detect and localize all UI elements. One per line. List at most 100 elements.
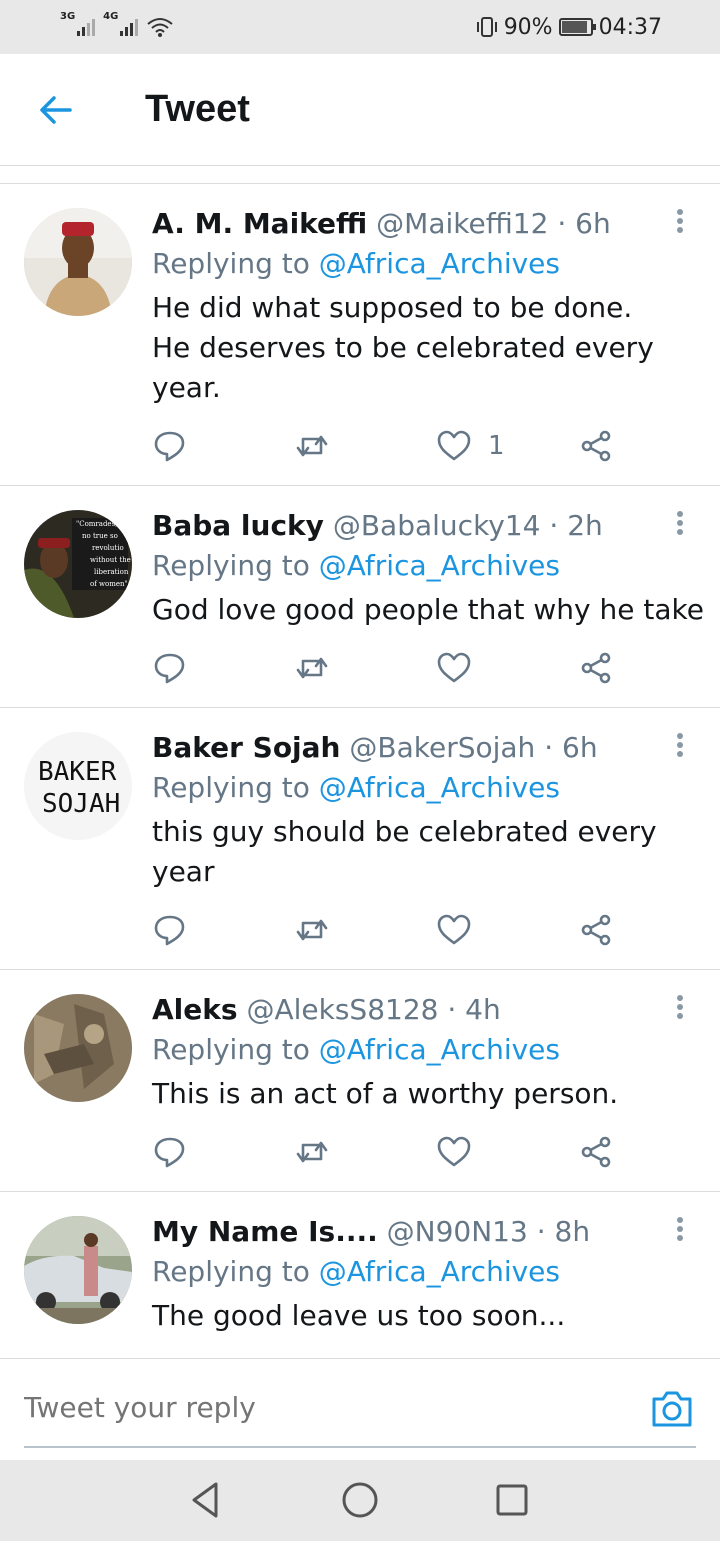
reply-composer	[0, 1358, 720, 1460]
signal-bars-icon	[77, 18, 96, 36]
relief-photo-avatar-icon	[24, 994, 132, 1102]
like-count: 1	[488, 431, 505, 461]
clock: 04:37	[598, 14, 662, 40]
reply-icon[interactable]	[152, 1134, 188, 1170]
reply-icon[interactable]	[152, 912, 188, 948]
replying-handle-link[interactable]: @Africa_Archives	[319, 247, 560, 280]
svg-text:no true so: no true so	[82, 532, 118, 540]
reply-icon[interactable]	[152, 428, 188, 464]
tweet-text: This is an act of a worthy person.	[152, 1077, 619, 1110]
display-name[interactable]: Aleks	[152, 993, 238, 1026]
user-handle[interactable]: @Babalucky14	[333, 509, 541, 542]
user-handle[interactable]: @N90N13	[387, 1215, 528, 1248]
signal-bars-icon	[120, 18, 139, 36]
replying-handle-link[interactable]: @Africa_Archives	[319, 1033, 560, 1066]
tweet-text: this guy should be celebrated every year	[152, 815, 657, 888]
like-heart-icon[interactable]	[436, 650, 472, 686]
replying-handle-link[interactable]: @Africa_Archives	[319, 771, 560, 804]
avatar[interactable]	[24, 994, 132, 1102]
user-handle[interactable]: @BakerSojah	[349, 731, 535, 764]
tweet-header: A. M. Maikeffi @Maikeffi12 · 6h	[152, 204, 720, 244]
more-options-icon[interactable]	[674, 1214, 686, 1244]
svg-text:liberation: liberation	[94, 568, 129, 576]
more-options-icon[interactable]	[674, 206, 686, 236]
avatar[interactable]: BAKER SOJAH	[24, 732, 132, 840]
quote-photo-avatar-icon: "Comrades, no true so revolutio without …	[24, 510, 132, 618]
more-options-icon[interactable]	[674, 508, 686, 538]
display-name[interactable]: My Name Is....	[152, 1215, 378, 1248]
tweet-header: Baba lucky @Babalucky14 · 2h	[152, 506, 720, 546]
timestamp: · 8h	[536, 1215, 591, 1248]
text-logo-avatar-icon: BAKER SOJAH	[24, 732, 132, 840]
replying-label: Replying to	[152, 1033, 310, 1066]
status-right: 90% 04:37	[476, 15, 662, 40]
svg-text:of women": of women"	[90, 580, 128, 588]
system-nav-bar	[0, 1460, 720, 1541]
network-indicators: 3G 4G	[60, 12, 174, 38]
replying-to: Replying to @Africa_Archives	[152, 1252, 720, 1292]
signal-strength-1: 3G	[60, 12, 96, 36]
timestamp: · 4h	[447, 993, 501, 1026]
display-name[interactable]: Baba lucky	[152, 509, 324, 542]
timestamp: · 2h	[549, 509, 603, 542]
nav-recents-icon[interactable]	[492, 1480, 532, 1520]
avatar-text-line-2: SOJAH	[42, 789, 120, 819]
display-name[interactable]: A. M. Maikeffi	[152, 207, 367, 240]
tweet[interactable]: My Name Is.... @N90N13 · 8h Replying to …	[0, 1192, 720, 1358]
vibrate-icon	[476, 17, 497, 37]
tweet[interactable]: Aleks @AleksS8128 · 4h Replying to @Afri…	[0, 970, 720, 1192]
replying-to: Replying to @Africa_Archives	[152, 244, 720, 284]
tweet-actions	[152, 1114, 720, 1200]
reply-icon[interactable]	[152, 650, 188, 686]
replying-label: Replying to	[152, 247, 310, 280]
replying-label: Replying to	[152, 1255, 310, 1288]
replies-feed[interactable]: A. M. Maikeffi @Maikeffi12 · 6h Replying…	[0, 183, 720, 1358]
avatar[interactable]: "Comrades, no true so revolutio without …	[24, 510, 132, 618]
nav-home-icon[interactable]	[340, 1480, 380, 1520]
avatar[interactable]	[24, 1216, 132, 1324]
display-name[interactable]: Baker Sojah	[152, 731, 340, 764]
battery-fill	[561, 21, 587, 33]
user-handle[interactable]: @AleksS8128	[246, 993, 438, 1026]
svg-text:revolutio: revolutio	[92, 544, 124, 552]
tweet-actions	[152, 892, 720, 978]
retweet-icon[interactable]	[294, 1134, 330, 1170]
tweet[interactable]: A. M. Maikeffi @Maikeffi12 · 6h Replying…	[0, 184, 720, 486]
share-icon[interactable]	[578, 650, 614, 686]
avatar-text-line-1: BAKER	[38, 757, 117, 787]
svg-text:"Comrades,: "Comrades,	[76, 520, 117, 528]
camera-icon[interactable]	[650, 1389, 694, 1429]
tweet-text: He did what supposed to be done. He dese…	[152, 291, 654, 404]
battery-percentage: 90%	[503, 14, 553, 40]
wifi-icon	[147, 18, 173, 37]
tweet-actions	[152, 630, 720, 716]
retweet-icon[interactable]	[294, 650, 330, 686]
timestamp: · 6h	[544, 731, 598, 764]
share-icon[interactable]	[578, 1134, 614, 1170]
share-icon[interactable]	[578, 912, 614, 948]
nav-back-icon[interactable]	[186, 1480, 226, 1520]
replying-handle-link[interactable]: @Africa_Archives	[319, 1255, 560, 1288]
tweet-text: God love good people that why he take	[152, 593, 704, 626]
more-options-icon[interactable]	[674, 992, 686, 1022]
retweet-icon[interactable]	[294, 428, 330, 464]
like-heart-icon[interactable]	[436, 912, 472, 948]
back-arrow-icon[interactable]	[36, 90, 76, 130]
like-heart-icon[interactable]	[436, 428, 472, 464]
timestamp: · 6h	[557, 207, 611, 240]
replying-to: Replying to @Africa_Archives	[152, 768, 720, 808]
retweet-icon[interactable]	[294, 912, 330, 948]
tweet-header: My Name Is.... @N90N13 · 8h	[152, 1212, 720, 1252]
tweet-header: Baker Sojah @BakerSojah · 6h	[152, 728, 720, 768]
user-handle[interactable]: @Maikeffi12	[376, 207, 548, 240]
avatar[interactable]	[24, 208, 132, 316]
network-type-1: 3G	[60, 11, 76, 22]
top-app-bar: Tweet	[0, 54, 720, 166]
reply-input[interactable]	[24, 1387, 624, 1427]
tweet[interactable]: BAKER SOJAH Baker Sojah @BakerSojah · 6h…	[0, 708, 720, 970]
share-icon[interactable]	[578, 428, 614, 464]
like-heart-icon[interactable]	[436, 1134, 472, 1170]
replying-handle-link[interactable]: @Africa_Archives	[319, 549, 560, 582]
tweet[interactable]: "Comrades, no true so revolutio without …	[0, 486, 720, 708]
more-options-icon[interactable]	[674, 730, 686, 760]
